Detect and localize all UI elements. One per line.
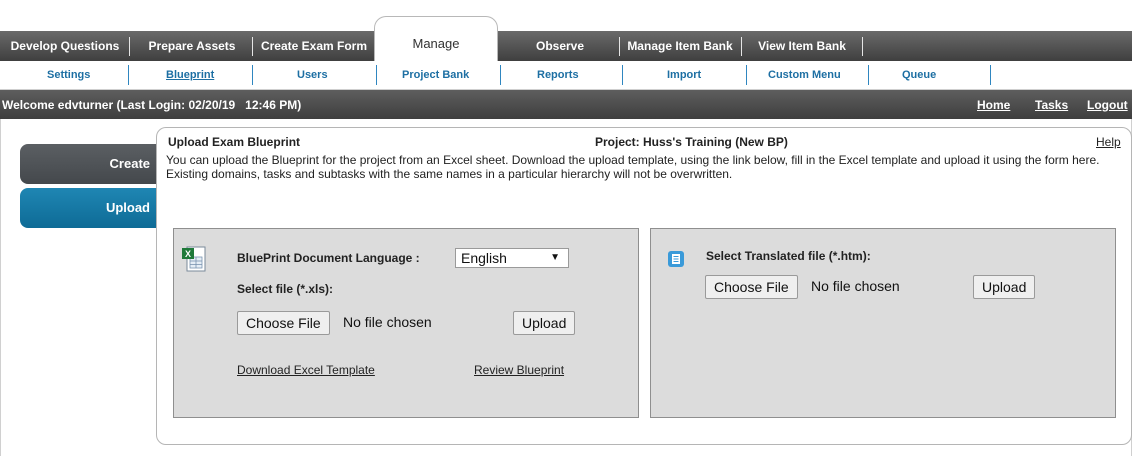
upload-button[interactable]: Upload	[513, 311, 576, 335]
tab-separator	[129, 37, 130, 56]
subnav-blueprint[interactable]: Blueprint	[166, 69, 214, 81]
subnav-separator	[376, 65, 377, 85]
tab-separator	[862, 37, 863, 56]
upload-side-button[interactable]: Upload	[20, 188, 156, 228]
tab-manage[interactable]: Manage	[374, 16, 498, 62]
tab-view-item-bank[interactable]: View Item Bank	[746, 31, 858, 61]
subnav-separator	[868, 65, 869, 85]
language-value: English	[461, 250, 507, 266]
file-status: No file chosen	[343, 314, 432, 330]
subnav-separator	[252, 65, 253, 85]
home-link[interactable]: Home	[977, 98, 1010, 112]
translated-file-label: Select Translated file (*.htm):	[706, 249, 871, 263]
create-side-button[interactable]: Create	[20, 144, 156, 184]
tab-observe[interactable]: Observe	[500, 31, 620, 61]
download-excel-template-link[interactable]: Download Excel Template	[237, 363, 375, 377]
subnav-separator	[128, 65, 129, 85]
tasks-link[interactable]: Tasks	[1035, 98, 1068, 112]
tab-separator	[741, 37, 742, 56]
panel-title: Upload Exam Blueprint	[168, 135, 301, 149]
choose-translated-file-button[interactable]: Choose File	[705, 275, 798, 299]
welcome-message: Welcome edvturner (Last Login: 02/20/19 …	[2, 98, 302, 112]
document-icon	[667, 250, 685, 268]
language-select[interactable]: English ▼	[455, 248, 569, 268]
choose-file-button[interactable]: Choose File	[237, 311, 330, 335]
help-link[interactable]: Help	[1096, 135, 1121, 149]
svg-text:X: X	[185, 249, 191, 259]
upload-translated-button[interactable]: Upload	[973, 275, 1036, 299]
tab-separator	[252, 37, 253, 56]
tab-develop-questions[interactable]: Develop Questions	[4, 31, 126, 61]
dropdown-arrow-icon: ▼	[550, 252, 560, 263]
select-file-label: Select file (*.xls):	[237, 282, 334, 296]
subnav-reports[interactable]: Reports	[537, 69, 579, 81]
subnav-separator	[746, 65, 747, 85]
tab-prepare-assets[interactable]: Prepare Assets	[136, 31, 248, 61]
tab-manage-item-bank[interactable]: Manage Item Bank	[622, 31, 738, 61]
project-name: Project: Huss's Training (New BP)	[595, 135, 788, 149]
subnav-separator	[500, 65, 501, 85]
welcome-bar: Welcome edvturner (Last Login: 02/20/19 …	[0, 90, 1132, 119]
panel-description: You can upload the Blueprint for the pro…	[166, 153, 1100, 181]
subnav-separator	[622, 65, 623, 85]
subnav-settings[interactable]: Settings	[47, 69, 90, 81]
excel-file-icon: X	[181, 245, 209, 273]
logout-link[interactable]: Logout	[1087, 98, 1128, 112]
subnav-import[interactable]: Import	[667, 69, 701, 81]
tab-separator	[619, 37, 620, 56]
subnav-users[interactable]: Users	[297, 69, 328, 81]
subnav-separator	[990, 65, 991, 85]
tab-create-exam-form[interactable]: Create Exam Form	[256, 31, 372, 61]
language-label: BluePrint Document Language :	[237, 251, 420, 265]
subnav-project-bank[interactable]: Project Bank	[402, 69, 469, 81]
subnav-custom-menu[interactable]: Custom Menu	[768, 69, 841, 81]
review-blueprint-link[interactable]: Review Blueprint	[474, 363, 564, 377]
subnav-queue[interactable]: Queue	[902, 69, 936, 81]
translated-file-status: No file chosen	[811, 278, 900, 294]
